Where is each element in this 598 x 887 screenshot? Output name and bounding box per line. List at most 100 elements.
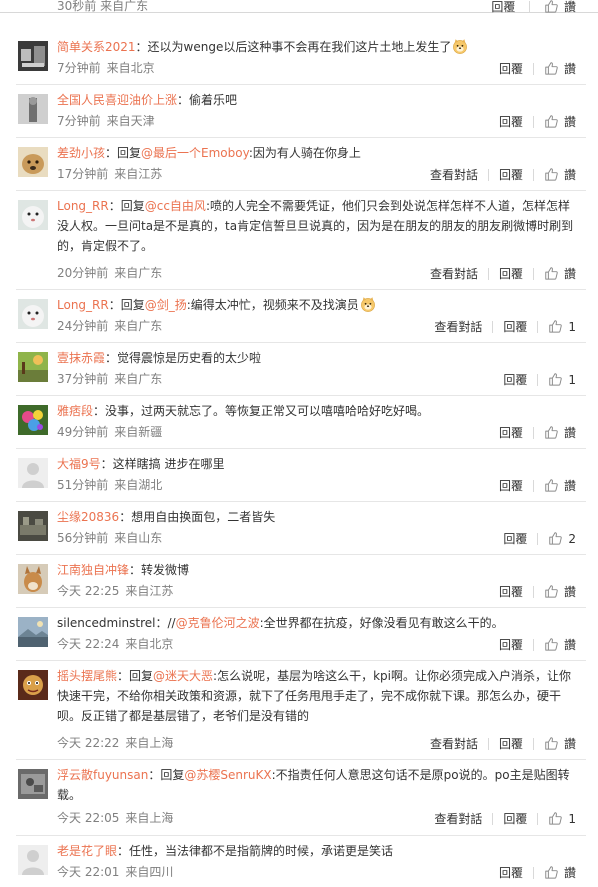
avatar[interactable] [18, 41, 48, 71]
avatar[interactable] [18, 458, 48, 488]
comment-location: 来自江苏 [114, 167, 163, 181]
comment-username[interactable]: 大福9号 [57, 457, 101, 471]
comment-actions: 回覆 讚 [499, 476, 576, 494]
comment-actions: 回覆 1 [503, 370, 576, 388]
comment-actions: 回覆 讚 [499, 863, 576, 881]
mention-link[interactable]: @迷天大恶 [153, 669, 213, 683]
comment-meta: 56分钟前 来自山东 [57, 529, 168, 547]
mention-link[interactable]: @克鲁伦河之波 [176, 616, 260, 630]
like-button[interactable]: 1 [548, 371, 576, 389]
reply-button[interactable]: 回覆 [499, 735, 523, 753]
comment-username[interactable]: Long_RR [57, 199, 109, 213]
reply-button[interactable]: 回覆 [499, 583, 523, 601]
thumbs-up-icon [548, 319, 562, 333]
view-conversation-button[interactable]: 查看對話 [430, 735, 478, 753]
comment-content: ：转发微博 [129, 563, 190, 577]
like-count: 讚 [563, 266, 576, 281]
like-button[interactable]: 讚 [544, 265, 576, 283]
thumbs-up-icon [544, 0, 558, 13]
comment-username[interactable]: 雅痞段 [57, 404, 93, 418]
comment-content: ：没事，过两天就忘了。等恢复正常又可以嘻嘻哈哈好吃好喝。 [93, 404, 430, 418]
like-button[interactable]: 讚 [544, 166, 576, 184]
divider [16, 84, 586, 85]
mention-link[interactable]: @剑_扬 [145, 298, 187, 312]
comment-username[interactable]: 尘缘20836 [57, 510, 119, 524]
view-conversation-button[interactable]: 查看對話 [430, 166, 478, 184]
like-button[interactable]: 讚 [544, 0, 576, 16]
like-button[interactable]: 讚 [544, 113, 576, 131]
avatar[interactable] [18, 405, 48, 435]
reply-button[interactable]: 回覆 [499, 113, 523, 131]
comment-text: Long_RR：回复@cc自由风:喷的人完全不需要凭证，他们只会到处说怎样怎样不… [57, 196, 577, 256]
reply-button[interactable]: 回覆 [499, 60, 523, 78]
comment-username[interactable]: 江南独自冲锋 [57, 563, 129, 577]
comment-username[interactable]: Long_RR [57, 298, 109, 312]
like-button[interactable]: 讚 [544, 477, 576, 495]
reply-button[interactable]: 回覆 [499, 166, 523, 184]
comment-content: ：偷着乐吧 [177, 93, 238, 107]
reply-button[interactable]: 回覆 [499, 477, 523, 495]
reply-button[interactable]: 回覆 [503, 318, 527, 336]
avatar[interactable] [18, 147, 48, 177]
like-button[interactable]: 讚 [544, 636, 576, 654]
avatar[interactable] [18, 299, 48, 329]
comment-username[interactable]: silencedminstrel [57, 616, 155, 630]
avatar[interactable] [18, 617, 48, 647]
comment-text: silencedminstrel：//@克鲁伦河之波:全世界都在抗疫，好像没看见… [57, 613, 577, 633]
like-count: 讚 [563, 584, 576, 599]
reply-button[interactable]: 回覆 [499, 424, 523, 442]
like-button[interactable]: 1 [548, 318, 576, 336]
comment-text: 简单关系2021：还以为wenge以后这种事不会再在我们这片土地上发生了 [57, 37, 577, 57]
comment-username[interactable]: 摇头摆尾熊 [57, 669, 117, 683]
avatar[interactable] [18, 200, 48, 230]
action-divider [537, 532, 539, 545]
avatar[interactable] [18, 670, 48, 700]
like-count: 讚 [563, 736, 576, 751]
mention-link[interactable]: @cc自由风 [145, 199, 206, 213]
comment-location: 来自江苏 [125, 584, 174, 598]
comment-username[interactable]: 简单关系2021 [57, 40, 136, 54]
comment-username[interactable]: 全国人民喜迎油价上涨 [57, 93, 177, 107]
avatar[interactable] [18, 769, 48, 799]
avatar[interactable] [18, 94, 48, 124]
view-conversation-button[interactable]: 查看對話 [434, 810, 482, 828]
reply-button[interactable]: 回覆 [499, 636, 523, 654]
reply-button[interactable]: 回覆 [503, 810, 527, 828]
like-button[interactable]: 讚 [544, 735, 576, 753]
comment-content: :编得太冲忙，视频来不及找演员 [186, 298, 359, 312]
action-divider [532, 426, 534, 439]
comment-username[interactable]: 老是花了眼 [57, 844, 117, 858]
like-button[interactable]: 1 [548, 810, 576, 828]
like-button[interactable]: 讚 [544, 60, 576, 78]
view-conversation-button[interactable]: 查看對話 [430, 265, 478, 283]
comment-text: 老是花了眼：任性，当法律都不是指箭牌的时候，承诺更是笑话 [57, 841, 577, 861]
comment-username[interactable]: 浮云散fuyunsan [57, 768, 148, 782]
comment-time: 7分钟前 [57, 114, 101, 128]
like-button[interactable]: 讚 [544, 583, 576, 601]
comment-actions: 查看對話 回覆 讚 [430, 165, 576, 183]
like-button[interactable]: 讚 [544, 864, 576, 882]
avatar[interactable] [18, 352, 48, 382]
comment-content: :因为有人骑在你身上 [248, 146, 361, 160]
like-count: 讚 [563, 61, 576, 76]
reply-button[interactable]: 回覆 [503, 371, 527, 389]
view-conversation-button[interactable]: 查看對話 [434, 318, 482, 336]
avatar[interactable] [18, 845, 48, 875]
like-button[interactable]: 2 [548, 530, 576, 548]
reply-button[interactable]: 回覆 [503, 530, 527, 548]
like-count: 讚 [563, 637, 576, 652]
reply-button[interactable]: 回覆 [499, 265, 523, 283]
comment-username[interactable]: 壹抹赤霞 [57, 351, 105, 365]
reply-button[interactable]: 回覆 [491, 0, 515, 16]
avatar[interactable] [18, 564, 48, 594]
comment-username[interactable]: 差劲小孩 [57, 146, 105, 160]
comment-content: ：还以为wenge以后这种事不会再在我们这片土地上发生了 [135, 40, 452, 54]
reply-button[interactable]: 回覆 [499, 864, 523, 882]
like-button[interactable]: 讚 [544, 424, 576, 442]
mention-link[interactable]: @最后一个Emoboy [141, 146, 249, 160]
comment-text: Long_RR：回复@剑_扬:编得太冲忙，视频来不及找演员 [57, 295, 577, 315]
avatar[interactable] [18, 511, 48, 541]
comment-text: 摇头摆尾熊：回复@迷天大恶:怎么说呢，基层为啥这么干，kpi啊。让你必须完成入户… [57, 666, 577, 726]
reply-prefix: ：// [155, 616, 176, 630]
mention-link[interactable]: @苏樱SenruKX [184, 768, 271, 782]
